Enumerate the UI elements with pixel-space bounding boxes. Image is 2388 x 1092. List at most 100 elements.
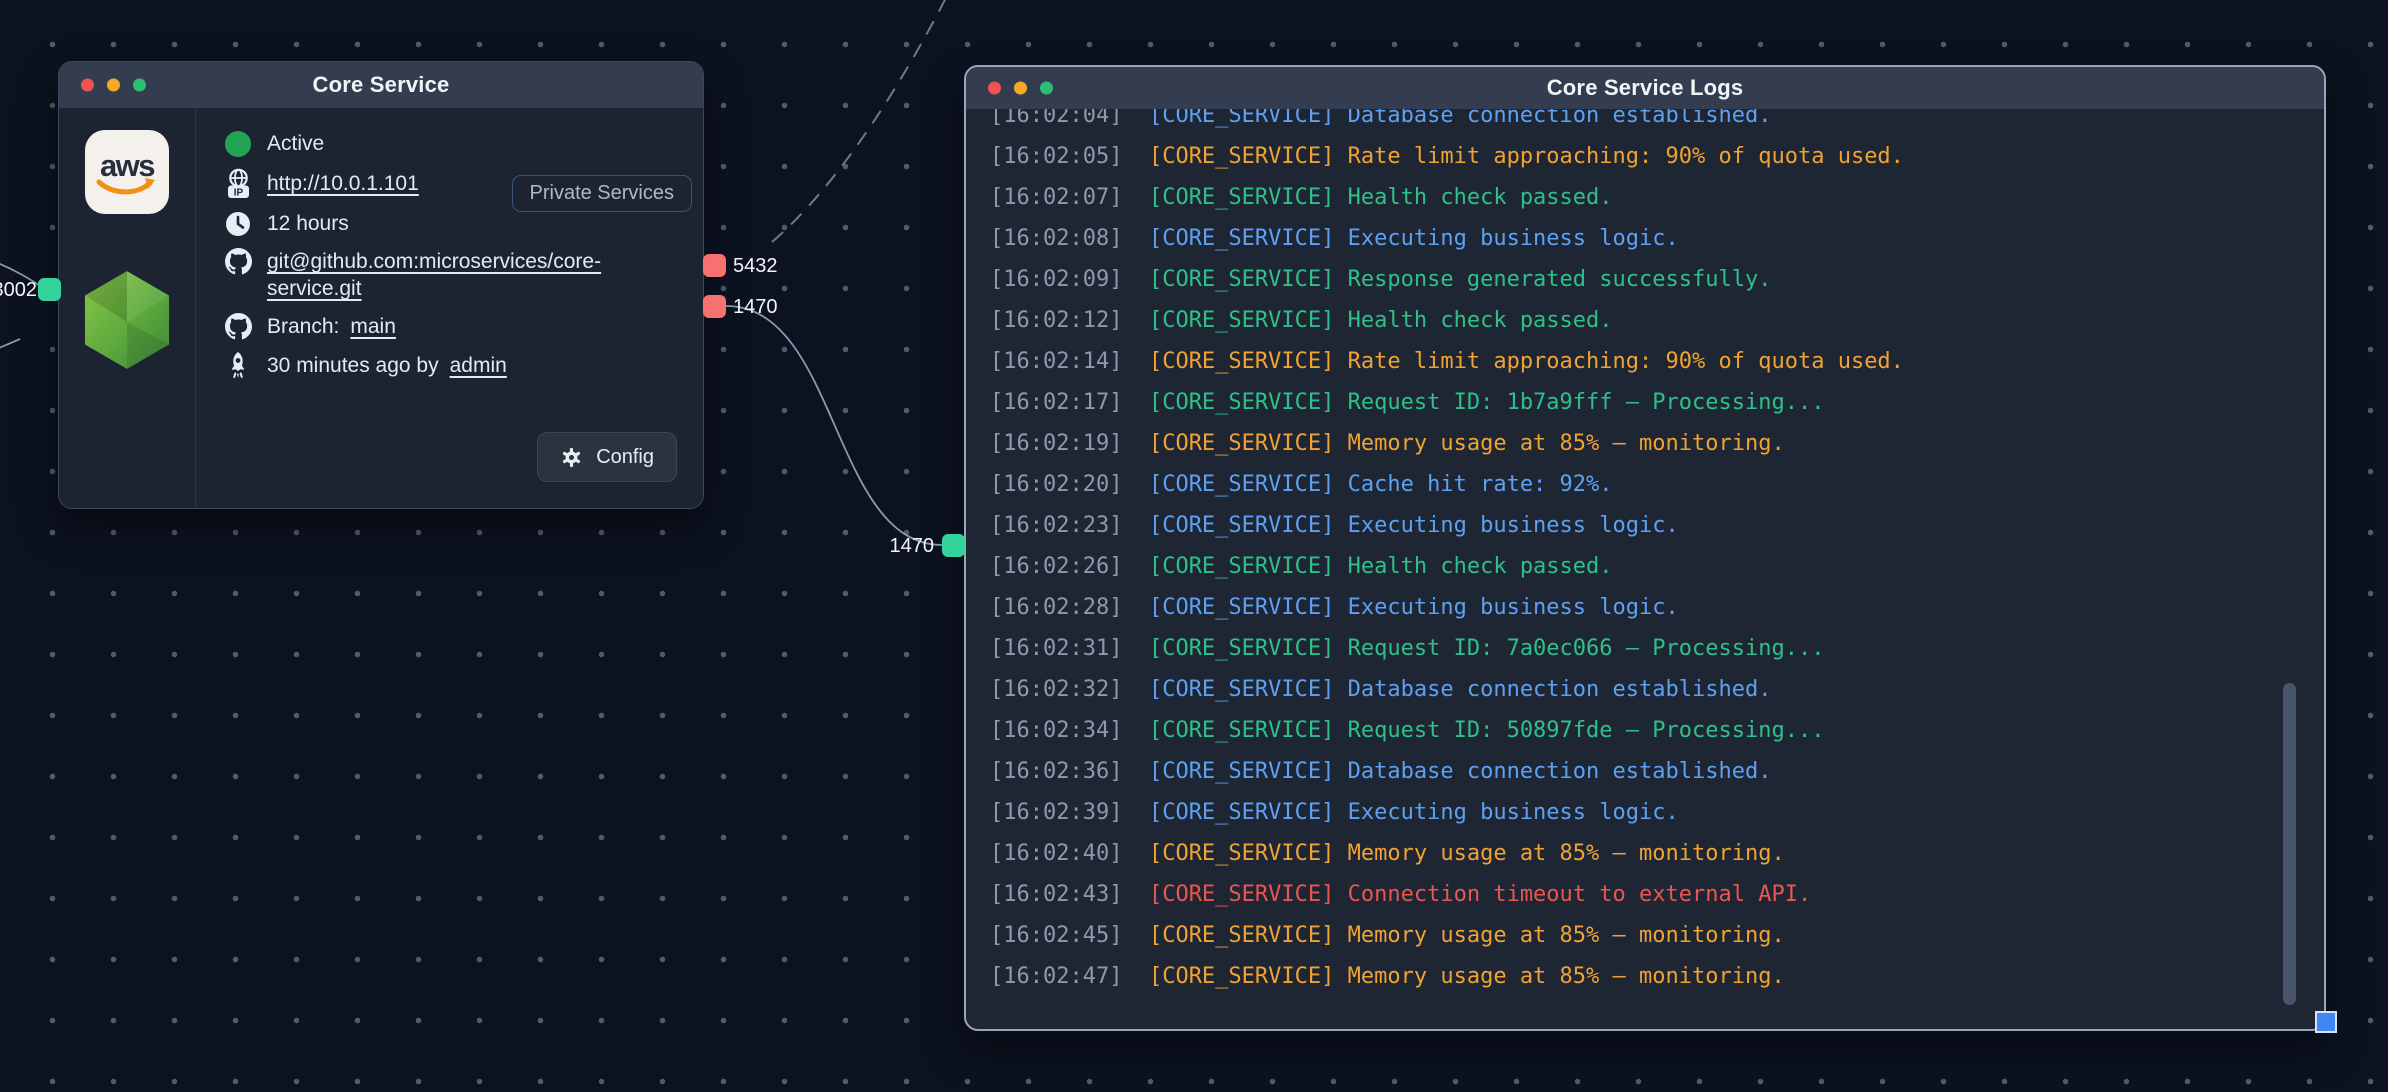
log-timestamp: [16:02:19] <box>990 431 1149 456</box>
log-line: [16:02:07] [CORE_SERVICE] Health check p… <box>990 177 2324 218</box>
log-timestamp: [16:02:17] <box>990 390 1149 415</box>
private-services-button[interactable]: Private Services <box>512 175 693 212</box>
branch-row: Branch: main <box>224 313 703 340</box>
provider-icon-column: aws <box>59 108 196 508</box>
logs-traffic-lights <box>988 82 1053 95</box>
branch-link[interactable]: main <box>350 313 396 340</box>
traffic-lights <box>81 79 146 92</box>
log-timestamp: [16:02:45] <box>990 923 1149 948</box>
close-button[interactable] <box>81 79 94 92</box>
repo-row: git@github.com:microservices/core-servic… <box>224 248 703 302</box>
maximize-button[interactable] <box>133 79 146 92</box>
port-5432-label: 5432 <box>733 255 778 278</box>
log-message: [CORE_SERVICE] Database connection estab… <box>1149 677 1772 702</box>
log-line: [16:02:36] [CORE_SERVICE] Database conne… <box>990 751 2324 792</box>
log-line: [16:02:45] [CORE_SERVICE] Memory usage a… <box>990 915 2324 956</box>
log-timestamp: [16:02:23] <box>990 513 1149 538</box>
aws-logo-icon: aws <box>85 130 169 214</box>
logs-close-button[interactable] <box>988 82 1001 95</box>
log-list: [16:02:04] [CORE_SERVICE] Database conne… <box>966 95 2324 997</box>
core-service-titlebar[interactable]: Core Service <box>59 62 703 108</box>
log-message: [CORE_SERVICE] Request ID: 50897fde — Pr… <box>1149 718 1825 743</box>
log-timestamp: [16:02:31] <box>990 636 1149 661</box>
log-timestamp: [16:02:20] <box>990 472 1149 497</box>
port-1470-in-badge[interactable] <box>942 534 965 557</box>
log-line: [16:02:23] [CORE_SERVICE] Executing busi… <box>990 505 2324 546</box>
log-timestamp: [16:02:34] <box>990 718 1149 743</box>
log-timestamp: [16:02:14] <box>990 349 1149 374</box>
core-service-logs-window: Core Service Logs [16:02:04] [CORE_SERVI… <box>964 65 2326 1031</box>
github-icon <box>224 248 252 275</box>
branch-label: Branch: <box>267 313 339 340</box>
log-line: [16:02:40] [CORE_SERVICE] Memory usage a… <box>990 833 2324 874</box>
deploy-text: 30 minutes ago by <box>267 352 439 379</box>
log-message: [CORE_SERVICE] Memory usage at 85% — mon… <box>1149 841 1785 866</box>
log-message: [CORE_SERVICE] Memory usage at 85% — mon… <box>1149 431 1785 456</box>
log-message: [CORE_SERVICE] Connection timeout to ext… <box>1149 882 1811 907</box>
log-timestamp: [16:02:26] <box>990 554 1149 579</box>
log-message: [CORE_SERVICE] Executing business logic. <box>1149 595 1679 620</box>
github-branch-icon <box>224 313 252 340</box>
log-timestamp: [16:02:43] <box>990 882 1149 907</box>
node-canvas: { "palette": { "canvas_bg": "#0c1220", "… <box>0 0 2388 1092</box>
config-label: Config <box>596 446 654 469</box>
window-title: Core Service <box>313 72 450 98</box>
log-message: [CORE_SERVICE] Executing business logic. <box>1149 226 1679 251</box>
log-line: [16:02:47] [CORE_SERVICE] Memory usage a… <box>990 956 2324 997</box>
log-timestamp: [16:02:28] <box>990 595 1149 620</box>
port-3002-label: 3002 <box>0 279 37 302</box>
port-1470-out-badge[interactable] <box>703 295 726 318</box>
log-message: [CORE_SERVICE] Rate limit approaching: 9… <box>1149 349 1904 374</box>
log-timestamp: [16:02:47] <box>990 964 1149 989</box>
log-timestamp: [16:02:12] <box>990 308 1149 333</box>
log-message: [CORE_SERVICE] Database connection estab… <box>1149 759 1772 784</box>
log-message: [CORE_SERVICE] Response generated succes… <box>1149 267 1772 292</box>
minimize-button[interactable] <box>107 79 120 92</box>
log-line: [16:02:08] [CORE_SERVICE] Executing busi… <box>990 218 2324 259</box>
log-message: [CORE_SERVICE] Cache hit rate: 92%. <box>1149 472 1613 497</box>
rocket-icon <box>224 351 252 379</box>
aws-logo-text: aws <box>100 148 154 183</box>
port-1470-out-label: 1470 <box>733 296 778 319</box>
log-line: [16:02:39] [CORE_SERVICE] Executing busi… <box>990 792 2324 833</box>
repo-link[interactable]: git@github.com:microservices/core-servic… <box>267 248 622 302</box>
log-message: [CORE_SERVICE] Health check passed. <box>1149 185 1613 210</box>
log-line: [16:02:31] [CORE_SERVICE] Request ID: 7a… <box>990 628 2324 669</box>
log-message: [CORE_SERVICE] Health check passed. <box>1149 308 1613 333</box>
log-timestamp: [16:02:32] <box>990 677 1149 702</box>
log-line: [16:02:26] [CORE_SERVICE] Health check p… <box>990 546 2324 587</box>
clock-icon <box>224 211 252 237</box>
gear-icon <box>560 446 583 469</box>
uptime-text: 12 hours <box>267 210 349 237</box>
resize-handle[interactable] <box>2315 1011 2337 1033</box>
deploy-row: 30 minutes ago by admin <box>224 351 703 379</box>
status-label: Active <box>267 130 324 157</box>
log-timestamp: [16:02:07] <box>990 185 1149 210</box>
log-message: [CORE_SERVICE] Memory usage at 85% — mon… <box>1149 923 1785 948</box>
wire-dashed-offscreen <box>772 0 950 242</box>
logs-scrollbar-thumb[interactable] <box>2283 683 2296 1005</box>
logs-maximize-button[interactable] <box>1040 82 1053 95</box>
globe-ip-icon: IP <box>224 168 252 199</box>
uptime-row: 12 hours <box>224 210 703 237</box>
log-line: [16:02:17] [CORE_SERVICE] Request ID: 1b… <box>990 382 2324 423</box>
wire-1470-connection <box>726 306 942 545</box>
logs-titlebar[interactable]: Core Service Logs <box>966 67 2324 109</box>
config-button[interactable]: Config <box>537 432 677 482</box>
logs-minimize-button[interactable] <box>1014 82 1027 95</box>
service-url-link[interactable]: http://10.0.1.101 <box>267 170 419 197</box>
log-message: [CORE_SERVICE] Request ID: 7a0ec066 — Pr… <box>1149 636 1825 661</box>
logs-window-title: Core Service Logs <box>1547 75 1744 101</box>
log-line: [16:02:12] [CORE_SERVICE] Health check p… <box>990 300 2324 341</box>
port-5432-badge[interactable] <box>703 254 726 277</box>
log-line: [16:02:09] [CORE_SERVICE] Response gener… <box>990 259 2324 300</box>
log-message: [CORE_SERVICE] Executing business logic. <box>1149 513 1679 538</box>
deploy-user-link[interactable]: admin <box>450 352 507 379</box>
log-line: [16:02:34] [CORE_SERVICE] Request ID: 50… <box>990 710 2324 751</box>
port-3002-badge[interactable] <box>38 278 61 301</box>
log-line: [16:02:19] [CORE_SERVICE] Memory usage a… <box>990 423 2324 464</box>
status-active-dot <box>225 131 251 157</box>
log-message: [CORE_SERVICE] Request ID: 1b7a9fff — Pr… <box>1149 390 1825 415</box>
log-timestamp: [16:02:36] <box>990 759 1149 784</box>
log-line: [16:02:20] [CORE_SERVICE] Cache hit rate… <box>990 464 2324 505</box>
